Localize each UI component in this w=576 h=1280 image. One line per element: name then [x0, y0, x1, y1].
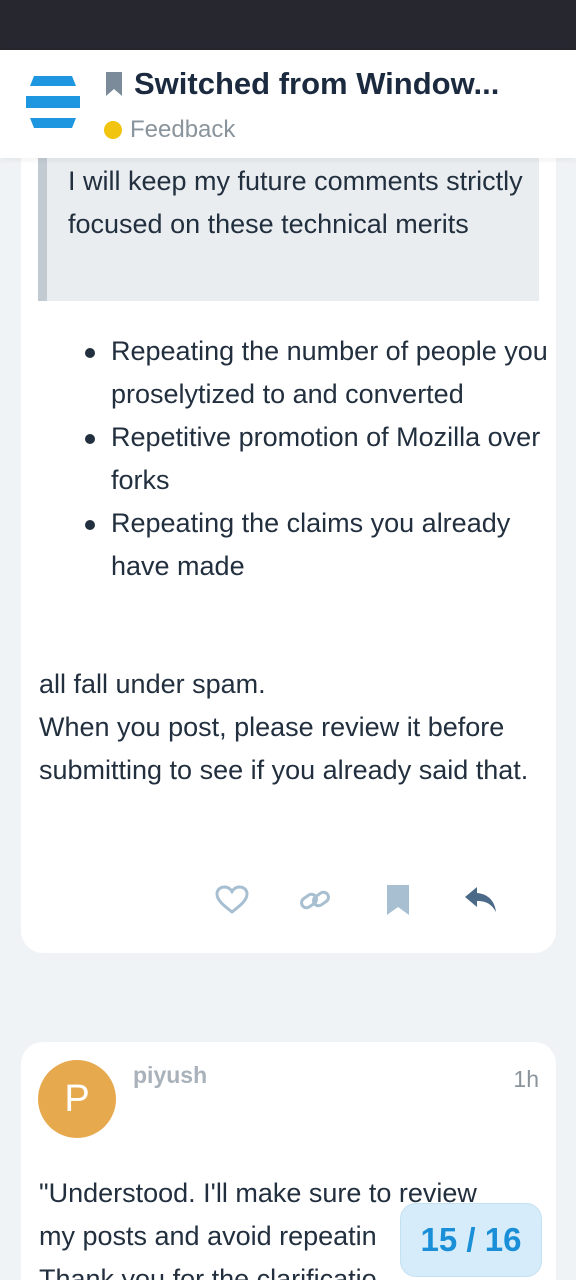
category-color-dot [104, 121, 122, 139]
category-badge[interactable]: Feedback [104, 114, 235, 146]
bullet-list: Repeating the number of people you prose… [83, 330, 553, 588]
post-card: I will keep my future comments strictly … [21, 110, 556, 953]
reply-icon [465, 887, 496, 912]
topic-title-row[interactable]: Switched from Window... [104, 64, 554, 104]
post-paragraph: When you post, please review it before s… [39, 712, 529, 785]
topic-progress-indicator[interactable]: 15 / 16 [400, 1203, 542, 1277]
bookmark-icon [106, 72, 122, 96]
bookmark-button[interactable] [378, 878, 418, 922]
topic-header: Switched from Window... Feedback [0, 50, 576, 158]
list-item: Repeating the number of people you prose… [83, 330, 553, 416]
post-body: all fall under spam. When you post, plea… [39, 663, 549, 792]
list-item: Repetitive promotion of Mozilla over for… [83, 416, 553, 502]
topic-title[interactable]: Switched from Window... [134, 66, 499, 102]
blockquote: I will keep my future comments strictly … [38, 156, 539, 301]
like-button[interactable] [212, 878, 252, 922]
share-link-button[interactable] [295, 878, 335, 922]
category-name[interactable]: Feedback [130, 116, 235, 144]
quote-text: I will keep my future comments strictly … [68, 166, 523, 239]
heart-icon [215, 885, 249, 914]
bookmark-icon [387, 885, 409, 915]
list-item: Repeating the claims you already have ma… [83, 502, 553, 588]
status-bar [0, 0, 576, 50]
reply-button[interactable] [461, 878, 501, 922]
zorin-logo-icon[interactable] [20, 72, 86, 132]
post-timestamp[interactable]: 1h [513, 1066, 539, 1093]
post-username[interactable]: piyush [133, 1062, 207, 1089]
post-actions [21, 878, 556, 922]
avatar[interactable]: P [38, 1060, 116, 1138]
link-icon [300, 890, 330, 910]
post-paragraph: all fall under spam. [39, 669, 266, 699]
